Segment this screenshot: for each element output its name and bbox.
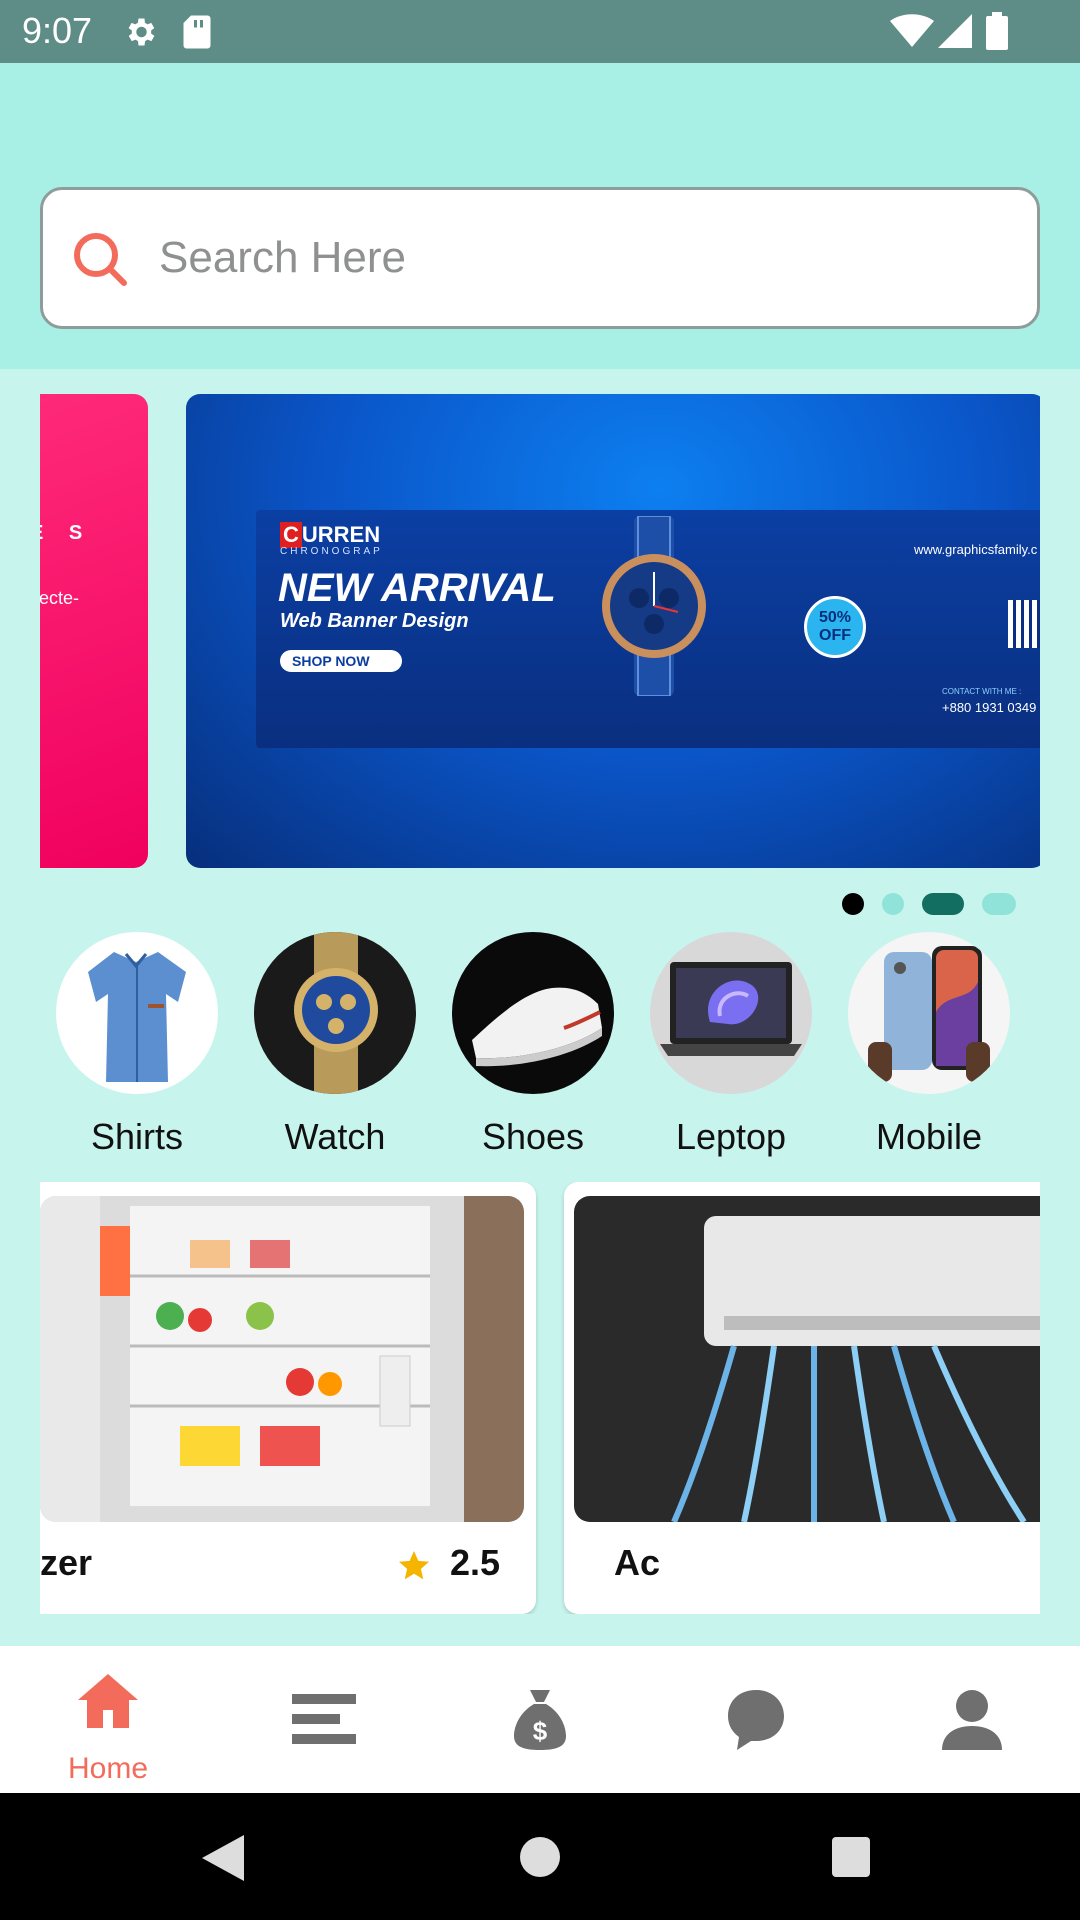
settings-icon bbox=[128, 18, 155, 46]
banner-brand-logo: C URREN bbox=[280, 522, 380, 548]
home-button-icon[interactable] bbox=[520, 1837, 560, 1877]
banner-headline: NEW ARRIVAL bbox=[278, 566, 556, 610]
banner-carousel[interactable]: E S secte- CURREN CHRONOGRAP NEW ARRIVAL… bbox=[40, 394, 1040, 868]
recent-apps-icon[interactable] bbox=[832, 1837, 870, 1877]
status-bar: 9:07 bbox=[0, 0, 1080, 63]
mobile-image bbox=[848, 932, 1010, 1094]
shoe-image bbox=[452, 932, 614, 1094]
banner-brand-sub: CHRONOGRAP bbox=[280, 546, 383, 557]
category-mobile[interactable]: Mobile bbox=[848, 932, 1010, 1158]
header bbox=[0, 63, 1080, 369]
watch-image bbox=[254, 932, 416, 1094]
carousel-indicator bbox=[838, 893, 1018, 915]
product-name: Ac bbox=[614, 1542, 661, 1583]
category-label: Shoes bbox=[481, 1116, 585, 1157]
watch-image bbox=[602, 516, 706, 696]
category-shirts[interactable]: Shirts bbox=[56, 932, 218, 1158]
profile-icon bbox=[942, 1690, 1002, 1750]
fridge-image bbox=[40, 1196, 524, 1522]
menu-icon bbox=[292, 1694, 356, 1744]
bottom-navigation: Home $ bbox=[0, 1646, 1080, 1793]
system-navigation-bar bbox=[0, 1793, 1080, 1920]
banner-previous[interactable]: E S secte- bbox=[40, 394, 148, 868]
product-card[interactable]: zer 2.5 bbox=[40, 1182, 536, 1614]
svg-text:$: $ bbox=[533, 1716, 548, 1746]
carousel-dot-3[interactable] bbox=[922, 893, 964, 915]
search-bar[interactable] bbox=[40, 187, 1040, 329]
product-rating: 2.5 bbox=[450, 1542, 501, 1583]
product-name: zer bbox=[40, 1542, 93, 1583]
banner-inner-panel: C URREN CHRONOGRAP NEW ARRIVAL Web Banner… bbox=[256, 510, 1040, 748]
star-icon bbox=[399, 1551, 429, 1580]
nav-home-label: Home bbox=[67, 1752, 149, 1785]
air-conditioner-image bbox=[574, 1196, 1040, 1522]
banner-url: www.graphicsfamily.c bbox=[914, 542, 1038, 557]
category-label: Shirts bbox=[90, 1116, 184, 1157]
product-card[interactable]: Ac bbox=[564, 1182, 1040, 1614]
carousel-dot-2[interactable] bbox=[882, 893, 904, 915]
search-icon[interactable] bbox=[71, 230, 131, 290]
sd-card-icon bbox=[183, 15, 211, 49]
qr-code-icon bbox=[1008, 600, 1040, 648]
laptop-image bbox=[650, 932, 812, 1094]
carousel-dot-4[interactable] bbox=[982, 893, 1016, 915]
banner-previous-subtext: secte- bbox=[40, 588, 80, 608]
nav-payments[interactable]: $ bbox=[432, 1646, 648, 1793]
money-bag-icon: $ bbox=[514, 1690, 566, 1750]
nav-chat[interactable] bbox=[648, 1646, 864, 1793]
category-list: Shirts Watch Shoes Leptop Mobile bbox=[56, 932, 1036, 1166]
category-watch[interactable]: Watch bbox=[254, 932, 416, 1158]
banner-previous-text: E S bbox=[40, 522, 93, 544]
shirt-image bbox=[56, 932, 218, 1094]
category-label: Mobile bbox=[875, 1116, 983, 1157]
search-input[interactable] bbox=[159, 218, 999, 298]
banner-shop-now-button[interactable]: SHOP NOW bbox=[280, 650, 402, 672]
nav-menu[interactable] bbox=[216, 1646, 432, 1793]
banner-discount-badge: 50% OFF bbox=[804, 596, 866, 658]
home-icon bbox=[78, 1674, 138, 1728]
category-label: Leptop bbox=[675, 1116, 787, 1157]
nav-home[interactable]: Home bbox=[0, 1646, 216, 1793]
wifi-icon bbox=[890, 14, 934, 47]
nav-profile[interactable] bbox=[864, 1646, 1080, 1793]
category-shoes[interactable]: Shoes bbox=[452, 932, 614, 1158]
back-icon[interactable] bbox=[202, 1835, 244, 1881]
banner-contact: CONTACT WITH ME : +880 1931 0349 bbox=[942, 687, 1037, 715]
category-label: Watch bbox=[284, 1116, 386, 1157]
status-time: 9:07 bbox=[22, 10, 93, 51]
chat-icon bbox=[728, 1690, 784, 1750]
banner-current[interactable]: C URREN CHRONOGRAP NEW ARRIVAL Web Banner… bbox=[186, 394, 1040, 868]
carousel-dot-1[interactable] bbox=[842, 893, 864, 915]
signal-icon bbox=[938, 14, 972, 48]
product-list: zer 2.5 Ac bbox=[40, 1182, 1040, 1614]
banner-subheadline: Web Banner Design bbox=[280, 610, 469, 632]
category-laptop[interactable]: Leptop bbox=[650, 932, 812, 1158]
battery-icon bbox=[986, 12, 1008, 50]
